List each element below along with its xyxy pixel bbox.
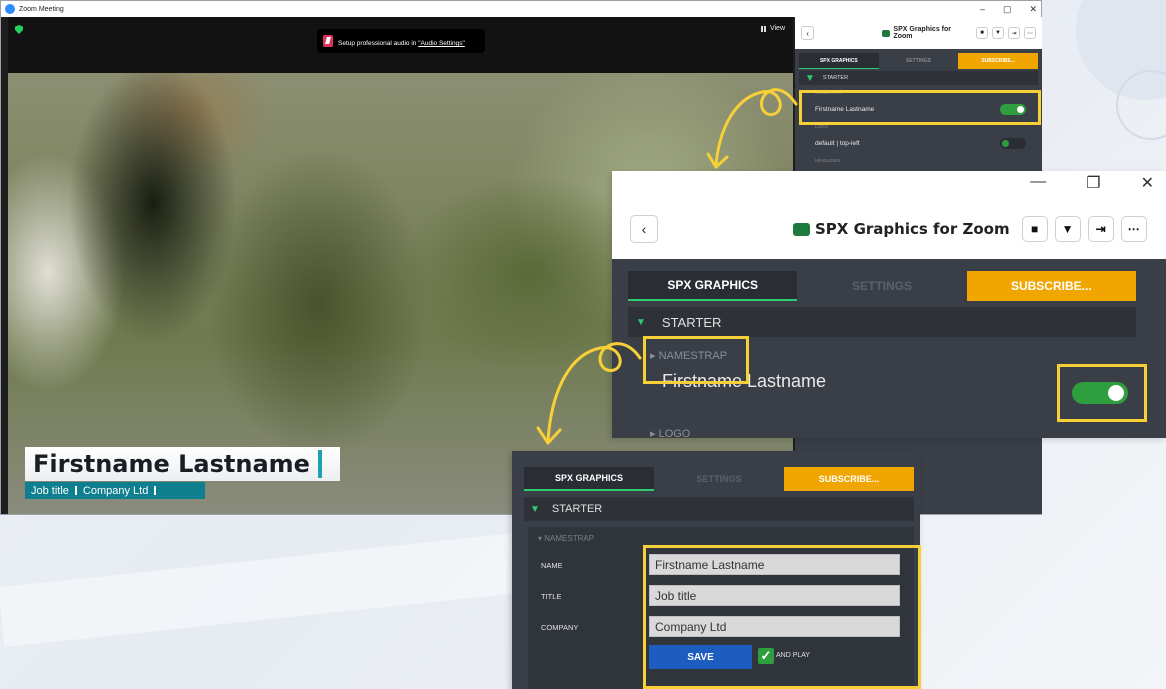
triangle-down-icon: ▼ xyxy=(530,503,540,515)
more-icon[interactable]: ⋯ xyxy=(1024,27,1036,39)
title-label: TITLE xyxy=(541,592,562,601)
view-label: View xyxy=(769,25,785,32)
audio-tip-text: Setup professional audio in xyxy=(338,40,419,47)
more-icon[interactable]: ⋯ xyxy=(1120,216,1147,242)
tab-spx-graphics[interactable]: SPX GRAPHICS xyxy=(524,467,654,491)
window-controls: – ▢ ✕ xyxy=(980,1,1037,17)
namestrap-separator xyxy=(154,486,157,495)
namestrap-accent-bar xyxy=(317,450,322,478)
mini-title-text: SPX Graphics for Zoom xyxy=(893,26,951,40)
close-icon[interactable]: ✕ xyxy=(1029,4,1037,15)
maximize-icon[interactable]: ▢ xyxy=(1003,4,1012,15)
name-label: NAME xyxy=(541,561,563,570)
category-label: HEADLINES xyxy=(815,157,841,163)
highlight-box xyxy=(643,545,921,689)
window-controls: — ❐ ✕ xyxy=(1030,173,1154,193)
zoom-titlebar: Zoom Meeting – ▢ ✕ xyxy=(1,1,1041,17)
grid-icon xyxy=(760,25,767,32)
filter-icon[interactable]: ▼ xyxy=(1054,216,1081,242)
panel-toolbar: ■ ▼ ⇥ ⋯ xyxy=(1021,216,1147,242)
mini-header: ‹ SPX Graphics for Zoom ■ ▼ ⇥ ⋯ xyxy=(795,17,1042,49)
category-logo[interactable]: ▸ LOGO xyxy=(650,427,690,438)
tab-subscribe[interactable]: SUBSCRIBE... xyxy=(966,271,1136,301)
window-title: Zoom Meeting xyxy=(19,5,64,13)
export-icon[interactable]: ⇥ xyxy=(1087,216,1114,242)
audio-settings-link[interactable]: "Audio Settings" xyxy=(418,40,465,47)
tab-settings[interactable]: SETTINGS xyxy=(879,53,959,69)
mini-tabs: SPX GRAPHICS SETTINGS SUBSCRIBE... xyxy=(799,53,1039,69)
namestrap-name-text: Firstname Lastname xyxy=(33,450,310,478)
filter-icon[interactable]: ▼ xyxy=(992,27,1004,39)
form-tabs: SPX GRAPHICS SETTINGS SUBSCRIBE... xyxy=(524,467,914,491)
tab-settings[interactable]: SETTINGS xyxy=(654,467,784,491)
tab-spx-graphics[interactable]: SPX GRAPHICS xyxy=(799,53,879,69)
namestrap-title: Job title xyxy=(31,484,69,497)
category-headlines[interactable]: HEADLINES xyxy=(799,155,1038,165)
namestrap-company: Company Ltd xyxy=(82,484,149,497)
tab-spx-graphics[interactable]: SPX GRAPHICS xyxy=(628,271,798,301)
spx-logo-icon xyxy=(882,29,891,37)
shield-icon[interactable] xyxy=(15,25,23,34)
list-item-label: default | top-left xyxy=(815,139,860,147)
highlight-box xyxy=(799,90,1041,125)
mini-title: SPX Graphics for Zoom xyxy=(882,26,966,40)
panel-tabs: SPX GRAPHICS SETTINGS SUBSCRIBE... xyxy=(628,271,1136,301)
camera-icon[interactable]: ■ xyxy=(1021,216,1048,242)
minimize-icon[interactable]: – xyxy=(980,4,985,14)
export-icon[interactable]: ⇥ xyxy=(1008,27,1020,39)
tab-subscribe[interactable]: SUBSCRIBE... xyxy=(784,467,914,491)
section-starter[interactable]: ▼ STARTER xyxy=(524,497,914,521)
category-namestrap[interactable]: ▾ NAMESTRAP xyxy=(538,534,594,543)
category-label: LOGO xyxy=(658,428,691,438)
section-title: STARTER xyxy=(661,314,722,330)
section-starter[interactable]: ▼ STARTER xyxy=(799,71,1038,85)
namestrap-separator xyxy=(74,486,77,495)
tab-settings[interactable]: SETTINGS xyxy=(797,271,966,301)
background-band xyxy=(0,532,522,648)
mini-toolbar: ■ ▼ ⇥ ⋯ xyxy=(976,27,1036,39)
restore-icon[interactable]: ❐ xyxy=(1086,173,1100,193)
panel-header: ‹ SPX Graphics for Zoom ■ ▼ ⇥ ⋯ xyxy=(630,213,1166,245)
highlight-box xyxy=(1057,364,1147,422)
camera-icon[interactable]: ■ xyxy=(976,27,988,39)
panel-title-text: SPX Graphics for Zoom xyxy=(815,220,1010,238)
namestrap-name: Firstname Lastname xyxy=(25,447,340,481)
chevron-left-icon[interactable]: ‹ xyxy=(801,26,815,40)
zoom-app-icon xyxy=(5,4,15,14)
logo-toggle[interactable] xyxy=(1000,138,1026,149)
section-title: STARTER xyxy=(822,75,849,81)
meeting-top-bar: Setup professional audio in "Audio Setti… xyxy=(8,17,793,73)
audio-settings-tip[interactable]: Setup professional audio in "Audio Setti… xyxy=(317,29,485,53)
triangle-down-icon: ▼ xyxy=(636,316,646,328)
triangle-down-icon: ▼ xyxy=(805,72,815,84)
namestrap-subline: Job title Company Ltd xyxy=(25,482,205,499)
panel-title: SPX Graphics for Zoom xyxy=(793,220,1010,238)
view-button[interactable]: View xyxy=(760,25,785,32)
chevron-left-icon[interactable]: ‹ xyxy=(630,215,658,243)
list-item[interactable]: default | top-left xyxy=(799,131,1038,155)
close-icon[interactable]: ✕ xyxy=(1141,173,1154,193)
company-label: COMPANY xyxy=(541,623,579,632)
spx-logo-icon xyxy=(793,222,810,236)
section-title: STARTER xyxy=(551,503,603,515)
audio-tip-icon xyxy=(323,35,333,47)
namestrap-overlay: Firstname Lastname Job title Company Ltd xyxy=(25,447,340,499)
tab-subscribe[interactable]: SUBSCRIBE... xyxy=(958,53,1039,69)
section-starter[interactable]: ▼ STARTER xyxy=(628,307,1136,337)
category-label: NAMESTRAP xyxy=(544,534,595,543)
highlight-box xyxy=(643,336,749,384)
minimize-icon[interactable]: — xyxy=(1030,173,1046,193)
